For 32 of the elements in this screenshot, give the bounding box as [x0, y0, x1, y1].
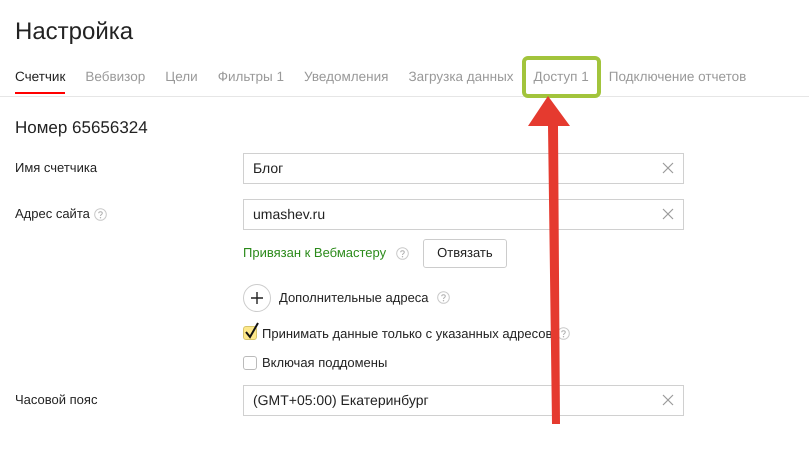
help-icon[interactable]	[396, 246, 410, 260]
checkbox[interactable]	[243, 356, 257, 370]
help-icon[interactable]	[557, 326, 570, 340]
tab[interactable]: Доступ 1	[534, 60, 589, 94]
tab[interactable]: Вебвизор	[85, 60, 146, 94]
select-field[interactable]: (GMT+05:00) Екатеринбург	[243, 384, 684, 416]
plus-icon	[251, 292, 263, 304]
help-icon[interactable]	[436, 291, 450, 304]
checkbox-label: Включая поддомены	[262, 354, 388, 372]
field-label: Имя счетчика	[15, 159, 98, 178]
page-title: Настройка	[14, 17, 134, 47]
checkmark-icon	[245, 322, 259, 340]
tab[interactable]: Уведомления	[304, 60, 388, 94]
section-title: Номер 65656324	[14, 117, 149, 139]
input-field[interactable]: umashev.ru	[243, 198, 684, 230]
field-label: Адрес сайта	[15, 205, 90, 224]
clear-icon[interactable]	[662, 208, 674, 220]
tab[interactable]: Цели	[165, 60, 198, 94]
clear-icon[interactable]	[662, 394, 674, 406]
tab[interactable]: Счетчик	[15, 60, 66, 94]
checkbox-label: Принимать данные только с указанных адресов	[262, 324, 552, 343]
clear-icon[interactable]	[662, 162, 674, 174]
unlink-button[interactable]: Отвязать	[423, 238, 507, 268]
additional-addresses-label: Дополнительные адреса	[279, 288, 429, 307]
help-icon[interactable]	[94, 208, 107, 220]
tab[interactable]: Фильтры 1	[218, 60, 284, 94]
field-label: Часовой пояс	[15, 391, 98, 410]
input-field[interactable]: Блог	[243, 152, 684, 184]
webmaster-status: Привязан к Вебмастеру	[243, 244, 386, 262]
tab[interactable]: Загрузка данных	[408, 60, 514, 94]
tab[interactable]: Подключение отчетов	[608, 60, 746, 94]
add-button[interactable]	[243, 284, 271, 312]
